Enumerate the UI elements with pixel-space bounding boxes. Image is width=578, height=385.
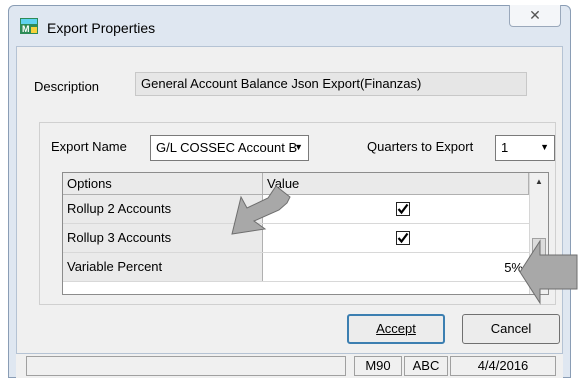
quarters-label: Quarters to Export xyxy=(367,139,474,154)
dialog-body: Description General Account Balance Json… xyxy=(16,46,563,354)
export-name-value: G/L COSSEC Account B xyxy=(156,140,298,155)
grid-row-rollup-3[interactable]: Rollup 3 Accounts xyxy=(63,224,529,253)
cancel-label: Cancel xyxy=(490,321,532,336)
status-bar: M90 ABC 4/4/2016 xyxy=(16,354,563,378)
export-name-label: Export Name xyxy=(51,139,127,154)
rollup-2-checkbox[interactable] xyxy=(396,202,410,216)
close-icon: ✕ xyxy=(529,7,541,23)
status-panel-date: 4/4/2016 xyxy=(450,356,556,376)
chevron-down-icon: ▼ xyxy=(294,142,303,152)
accept-label: Accept xyxy=(376,321,416,336)
option-name: Rollup 2 Accounts xyxy=(63,195,263,223)
option-name: Variable Percent xyxy=(63,253,263,281)
scrollbar-thumb[interactable] xyxy=(532,238,546,268)
window-title: Export Properties xyxy=(47,20,156,36)
grid-row-variable-percent[interactable]: Variable Percent 5% xyxy=(63,253,529,282)
description-label: Description xyxy=(34,79,100,94)
status-panel-message xyxy=(26,356,346,376)
cancel-button[interactable]: Cancel xyxy=(462,314,560,344)
description-field: General Account Balance Json Export(Fina… xyxy=(135,72,527,96)
column-header-value[interactable]: Value xyxy=(263,173,529,195)
title-bar[interactable]: M Export Properties ✕ xyxy=(9,5,570,46)
close-button[interactable]: ✕ xyxy=(509,5,561,27)
accept-button[interactable]: Accept xyxy=(347,314,445,344)
chevron-down-icon: ▼ xyxy=(540,142,549,152)
checkmark-icon xyxy=(397,232,409,244)
status-panel-user: ABC xyxy=(404,356,448,376)
rollup-3-checkbox[interactable] xyxy=(396,231,410,245)
app-icon: M xyxy=(20,18,38,34)
export-properties-window: M Export Properties ✕ Description Genera… xyxy=(8,5,571,378)
export-name-select[interactable]: G/L COSSEC Account B ▼ xyxy=(150,135,309,161)
column-header-options[interactable]: Options xyxy=(63,173,263,195)
variable-percent-value[interactable]: 5% xyxy=(504,260,523,275)
grid-scrollbar[interactable]: ▲ xyxy=(529,173,548,294)
checkmark-icon xyxy=(397,203,409,215)
quarters-value: 1 xyxy=(501,140,509,155)
options-grid: Options Value Rollup 2 Accounts Rollup 3… xyxy=(62,172,549,295)
scroll-up-icon[interactable]: ▲ xyxy=(535,177,543,186)
svg-text:M: M xyxy=(22,24,30,34)
quarters-select[interactable]: 1 ▼ xyxy=(495,135,555,161)
option-name: Rollup 3 Accounts xyxy=(63,224,263,252)
grid-row-rollup-2[interactable]: Rollup 2 Accounts xyxy=(63,195,529,224)
status-panel-company: M90 xyxy=(354,356,402,376)
